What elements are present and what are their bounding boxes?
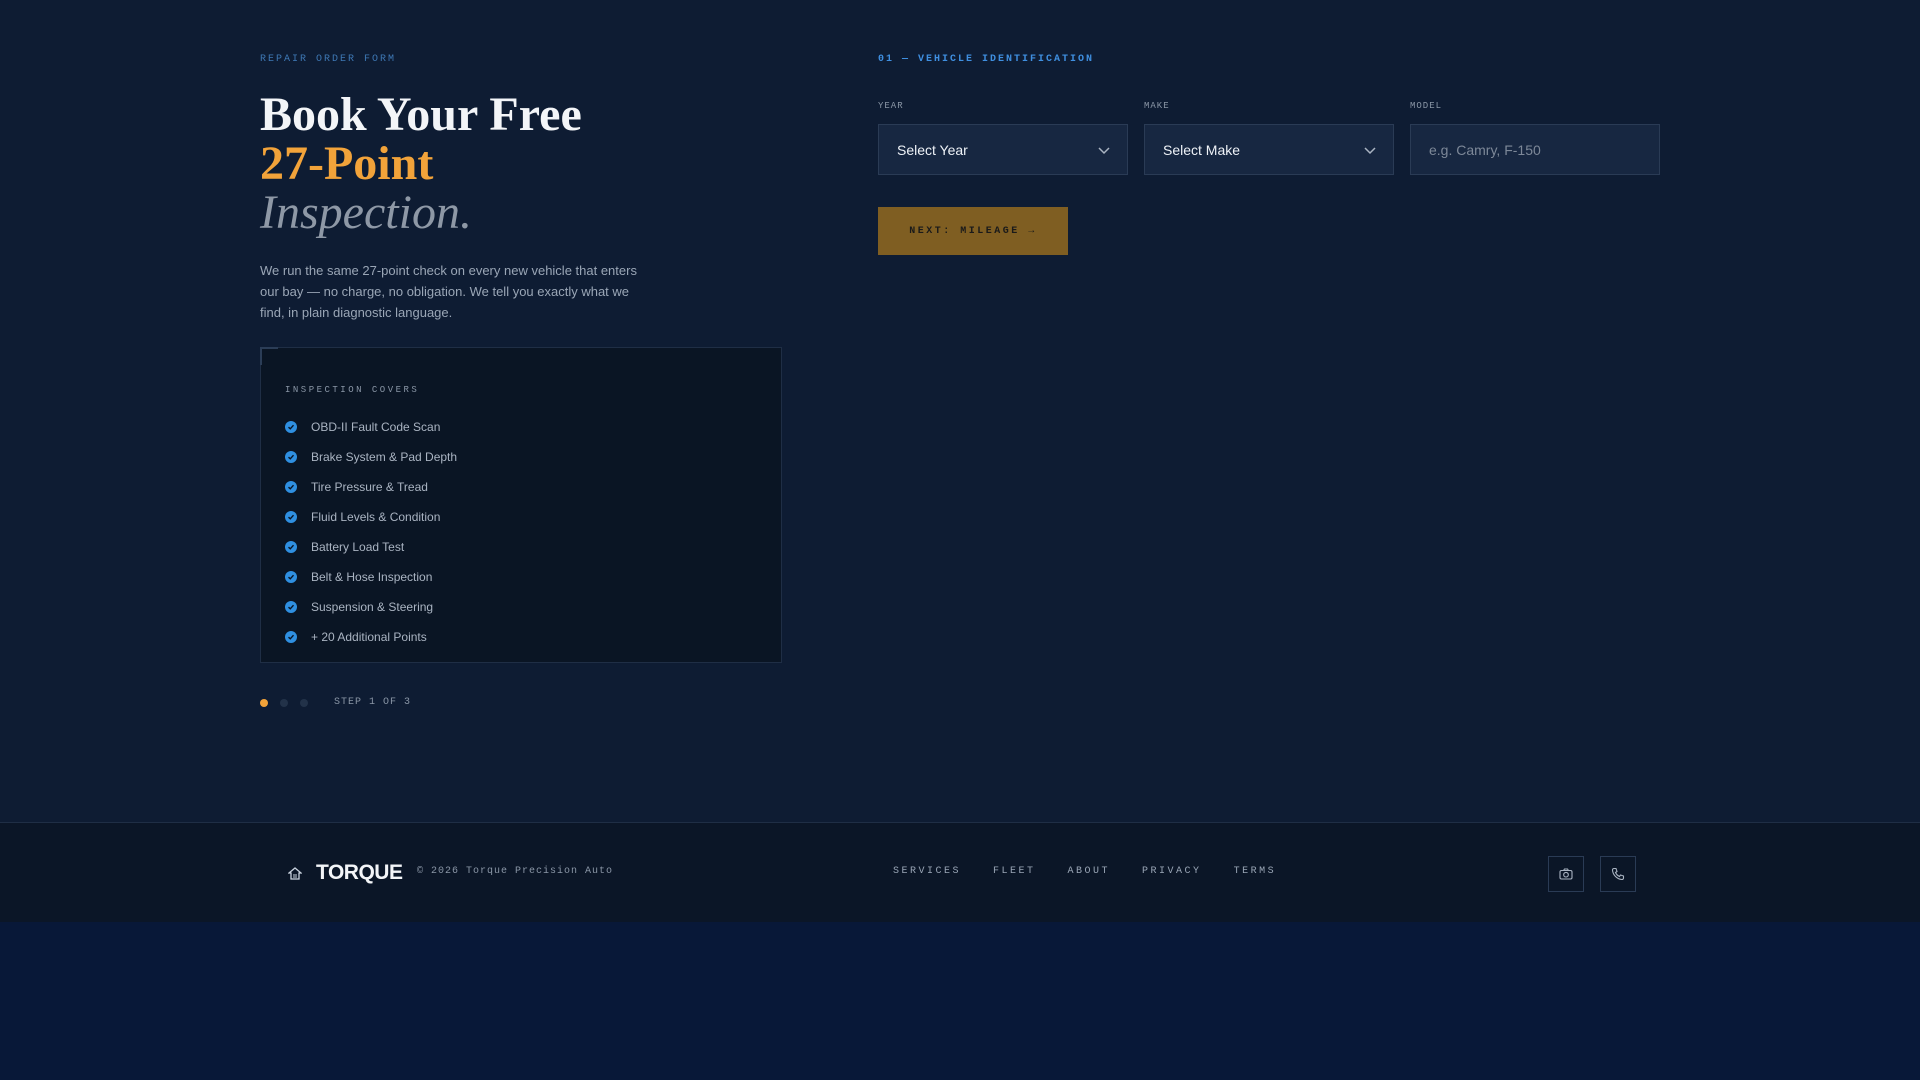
model-label: MODEL [1410,101,1443,111]
check-circle-icon [285,451,297,463]
list-item-label: Fluid Levels & Condition [311,510,441,524]
year-label: YEAR [878,101,904,111]
covers-list: OBD-II Fault Code Scan Brake System & Pa… [285,412,457,652]
list-item-label: Battery Load Test [311,540,405,554]
footer-link-privacy[interactable]: PRIVACY [1142,866,1202,877]
site-footer: TORQUE © 2026 Torque Precision Auto SERV… [0,822,1920,922]
phone-icon [1611,867,1625,881]
year-select[interactable]: Select Year [878,124,1128,175]
step-dot [300,698,308,707]
chevron-down-icon [1364,147,1376,155]
list-item: Battery Load Test [285,532,457,562]
corner-accent [260,347,278,365]
list-item-label: Suspension & Steering [311,600,434,614]
list-item-label: Tire Pressure & Tread [311,480,428,494]
footer-link-about[interactable]: ABOUT [1068,866,1111,877]
main-section: REPAIR ORDER FORM Book Your Free 27-Poin… [0,0,1920,822]
copyright-text: © 2026 Torque Precision Auto [417,866,614,877]
section-label: 01 — VEHICLE IDENTIFICATION [878,54,1095,65]
form-eyebrow: REPAIR ORDER FORM [260,54,397,65]
footer-brand[interactable]: TORQUE [288,861,403,885]
headline-line-3: Inspection. [260,186,472,239]
step-indicator: STEP 1 OF 3 [260,697,411,708]
footer-link-services[interactable]: SERVICES [893,866,961,877]
footer-link-fleet[interactable]: FLEET [993,866,1036,877]
year-select-value: Select Year [897,141,968,158]
list-item-label: Belt & Hose Inspection [311,570,433,584]
headline-line-1: Book Your Free [260,88,582,141]
intro-paragraph: We run the same 27-point check on every … [260,263,637,320]
list-item-label: Brake System & Pad Depth [311,450,458,464]
footer-link-terms[interactable]: TERMS [1234,866,1277,877]
check-circle-icon [285,421,297,433]
check-circle-icon [285,541,297,553]
check-circle-icon [285,601,297,613]
list-item-label: OBD-II Fault Code Scan [311,420,441,434]
list-item: Suspension & Steering [285,592,457,622]
brand-name: TORQUE [316,861,403,884]
check-circle-icon [285,481,297,493]
page-title: Book Your Free 27-Point Inspection. [260,90,582,237]
footer-nav: SERVICES FLEET ABOUT PRIVACY TERMS [893,866,1308,877]
inspection-covers-card: INSPECTION COVERS OBD-II Fault Code Scan… [260,347,782,663]
logo-icon [288,867,302,880]
make-select[interactable]: Select Make [1144,124,1394,175]
covers-title: INSPECTION COVERS [285,385,420,395]
step-dot-active [260,698,268,707]
camera-button[interactable] [1548,856,1584,892]
camera-icon [1559,868,1573,880]
model-field-wrapper [1410,124,1660,175]
list-item: OBD-II Fault Code Scan [285,412,457,442]
make-select-value: Select Make [1163,141,1241,158]
check-circle-icon [285,631,297,643]
headline-line-2: 27-Point [260,137,434,190]
step-label: STEP 1 OF 3 [334,697,412,708]
list-item: + 20 Additional Points [285,622,457,652]
list-item: Brake System & Pad Depth [285,442,457,472]
check-circle-icon [285,511,297,523]
step-dot [280,698,288,707]
phone-button[interactable] [1600,856,1636,892]
list-item: Fluid Levels & Condition [285,502,457,532]
model-input[interactable] [1429,141,1641,158]
list-item: Belt & Hose Inspection [285,562,457,592]
make-label: MAKE [1144,101,1170,111]
check-circle-icon [285,571,297,583]
next-mileage-button[interactable]: NEXT: MILEAGE → [878,207,1068,255]
list-item-label: + 20 Additional Points [311,630,427,644]
list-item: Tire Pressure & Tread [285,472,457,502]
chevron-down-icon [1098,147,1110,155]
